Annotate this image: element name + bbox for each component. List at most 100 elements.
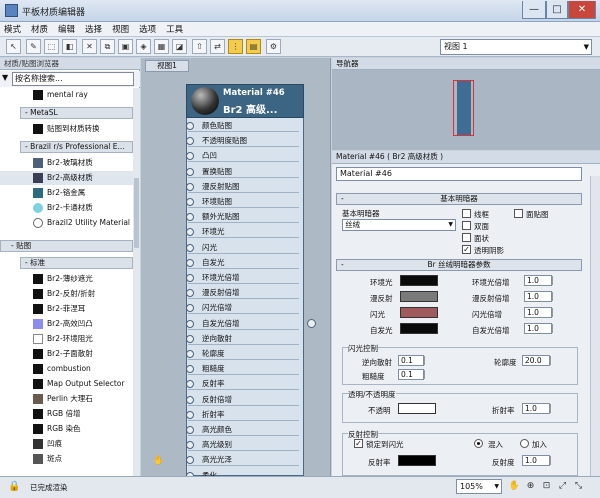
node-slot[interactable]: 额外光贴图	[186, 210, 299, 224]
node-slot[interactable]: 高光级别	[186, 438, 299, 452]
params-dialog-icon[interactable]: ⚙	[266, 39, 281, 54]
ambient-mult-spinner[interactable]: 1.0	[524, 275, 553, 286]
close-button[interactable]: ✕	[568, 1, 596, 19]
input-socket[interactable]	[186, 289, 194, 298]
input-socket[interactable]	[186, 456, 194, 465]
input-socket[interactable]	[186, 167, 194, 176]
make-unique-icon[interactable]: ⧉	[100, 39, 115, 54]
node-slot[interactable]: 轮廓度	[186, 347, 299, 360]
list-item[interactable]: mental ray	[0, 88, 133, 102]
sheen-color-swatch[interactable]	[400, 307, 438, 318]
maximize-button[interactable]: □	[546, 1, 568, 19]
list-item[interactable]: Map Output Selector	[0, 377, 133, 391]
radio-add[interactable]	[520, 439, 529, 448]
tab-view1[interactable]: 视图1	[145, 60, 189, 72]
input-socket[interactable]	[186, 122, 194, 130]
options-triangle-icon[interactable]: ▼	[2, 73, 8, 82]
node-slot[interactable]: 不透明度贴图	[186, 134, 299, 148]
list-item[interactable]: Br2-玻璃材质	[0, 156, 133, 170]
ior-spinner[interactable]: 1.0	[522, 403, 551, 414]
select-tool-icon[interactable]: ↖	[6, 39, 21, 54]
sheen-mult-spinner[interactable]: 1.0	[524, 307, 553, 318]
node-slot[interactable]: 粗糙度	[186, 362, 299, 376]
node-slot[interactable]: 反射率	[186, 377, 299, 391]
input-socket[interactable]	[186, 304, 194, 313]
layout-icon[interactable]: ⋮	[228, 39, 243, 54]
roughness-spinner[interactable]: 0.1	[398, 369, 425, 380]
input-socket[interactable]	[186, 441, 194, 450]
node-slot[interactable]: 折射率	[186, 408, 299, 421]
group-brazil[interactable]: - Brazil r/s Professional E...	[20, 141, 133, 153]
menu-select[interactable]: 选择	[85, 23, 102, 35]
menu-options[interactable]: 选项	[139, 23, 156, 35]
input-socket[interactable]	[186, 258, 194, 267]
list-item[interactable]: Br2-菲涅耳	[0, 302, 133, 316]
input-socket[interactable]	[186, 274, 194, 282]
diffuse-color-swatch[interactable]	[400, 291, 438, 302]
list-item[interactable]: Br2-反射/折射	[0, 287, 133, 301]
input-socket[interactable]	[186, 426, 194, 434]
list-item[interactable]: Brazil2 Utility Material	[0, 216, 133, 230]
zoom-extents-icon[interactable]: ⤢	[556, 480, 569, 493]
input-socket[interactable]	[186, 182, 194, 191]
diffuse-mult-spinner[interactable]: 1.0	[524, 291, 553, 302]
node-slot[interactable]: 闪光倍增	[186, 301, 299, 315]
list-item[interactable]: 贴图到材质转换	[0, 122, 133, 136]
selfillum-color-swatch[interactable]	[400, 323, 438, 334]
material-id-icon[interactable]: ◈	[136, 39, 151, 54]
node-slot[interactable]: 反射倍增	[186, 393, 299, 406]
input-socket[interactable]	[186, 334, 194, 343]
search-input[interactable]: 按名称搜索...	[12, 72, 134, 86]
reflectivity-color-swatch[interactable]	[398, 455, 436, 466]
node-slot[interactable]: 高光光泽	[186, 453, 299, 467]
navigator-viewport-rect[interactable]	[453, 80, 474, 136]
input-socket[interactable]	[186, 395, 194, 404]
node-slot[interactable]: 高光颜色	[186, 423, 299, 436]
output-socket[interactable]	[307, 319, 316, 328]
list-item[interactable]: 斑点	[0, 452, 133, 466]
list-item[interactable]: Perlin 大理石	[0, 392, 133, 406]
menu-tools[interactable]: 工具	[166, 23, 183, 35]
list-item[interactable]: RGB 倍增	[0, 407, 133, 421]
show-map-icon[interactable]: ◪	[172, 39, 187, 54]
assign-material-icon[interactable]: ⬚	[44, 39, 59, 54]
opacity-color-swatch[interactable]	[398, 403, 436, 414]
reset-icon[interactable]: ✕	[82, 39, 97, 54]
go-parent-icon[interactable]: ⇧	[192, 39, 207, 54]
input-socket[interactable]	[186, 198, 194, 206]
shader-dropdown[interactable]: 丝绒 ▼	[342, 219, 456, 231]
subgroup-standard[interactable]: - 标准	[20, 257, 133, 269]
node-slot[interactable]: 自发光	[186, 256, 299, 269]
zoom-selected-icon[interactable]: ⤡	[572, 480, 585, 493]
list-item[interactable]: Br2-子面散射	[0, 347, 133, 361]
input-socket[interactable]	[186, 410, 194, 419]
group-metasl[interactable]: - MetaSL	[20, 107, 133, 119]
list-item[interactable]: Br2-薄纱遮光	[0, 272, 133, 286]
node-slot[interactable]: 凸凹	[186, 149, 299, 163]
node-canvas[interactable]: 视图1 Material #46 Br2 高级... 颜色贴图 不透明度贴图 凸凹置…	[141, 58, 331, 482]
pan-icon[interactable]: ✋	[508, 480, 521, 493]
input-socket[interactable]	[186, 243, 194, 252]
menu-edit[interactable]: 编辑	[58, 23, 75, 35]
list-item[interactable]: Br2-铬金属	[0, 186, 133, 200]
refl-amount-spinner[interactable]: 1.0	[522, 455, 551, 466]
input-socket[interactable]	[186, 137, 194, 146]
group-maps[interactable]: - 贴图	[0, 240, 133, 252]
browser-scroll-thumb[interactable]	[134, 178, 139, 248]
minimize-button[interactable]: —	[522, 1, 546, 19]
pan-hand-icon[interactable]: ✋	[153, 456, 164, 466]
checkbox-wire[interactable]	[462, 209, 471, 218]
zoom-icon[interactable]: ⊕	[524, 480, 537, 493]
zoom-region-icon[interactable]: ⊡	[540, 480, 553, 493]
checkbox-twosided[interactable]	[462, 221, 471, 230]
browser-scrollbar[interactable]	[133, 88, 140, 476]
list-item-selected[interactable]: Br2-高级材质	[0, 171, 133, 185]
layout-children-icon[interactable]: ▤	[246, 39, 261, 54]
list-item[interactable]: 凹痕	[0, 437, 133, 451]
radio-blend[interactable]	[474, 439, 483, 448]
list-item[interactable]: combustion	[0, 362, 133, 376]
zoom-select[interactable]: 105% ▼	[456, 479, 502, 494]
put-to-library-icon[interactable]: ▣	[118, 39, 133, 54]
node-slot[interactable]: 置换贴图	[186, 165, 299, 178]
node-slot[interactable]: 颜色贴图	[186, 119, 299, 132]
